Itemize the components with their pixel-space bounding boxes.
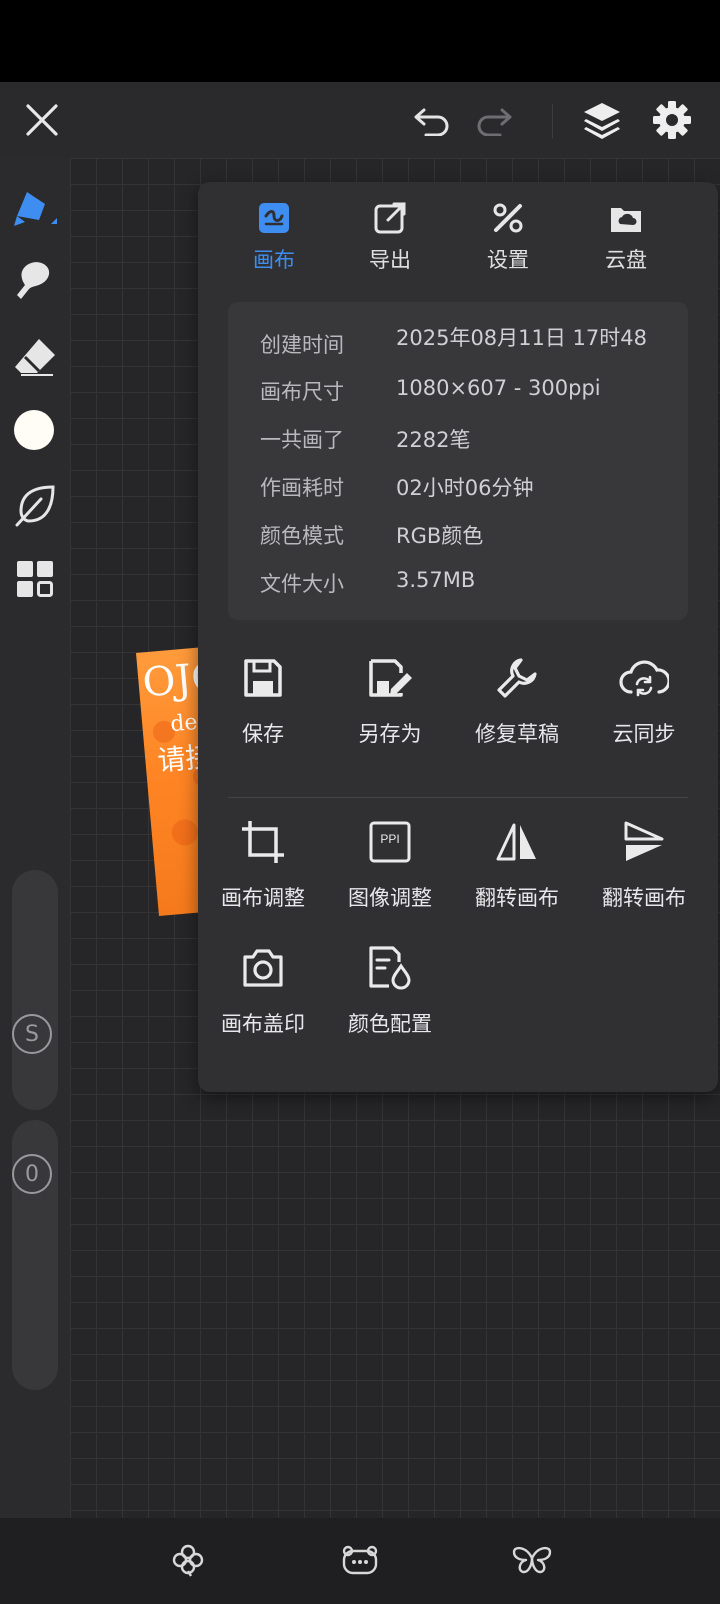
info-key: 作画耗时	[260, 476, 344, 500]
canvas-stamp-button[interactable]: 画布盖印	[198, 942, 328, 1038]
image-adjust-button[interactable]: PPI 图像调整	[325, 816, 455, 912]
save-as-label: 另存为	[358, 722, 422, 746]
canvas-stamp-label: 画布盖印	[221, 1012, 305, 1036]
top-toolbar	[0, 82, 720, 158]
info-key: 创建时间	[260, 333, 344, 357]
cloud-drive-icon	[611, 208, 641, 232]
flip-horizontal-icon	[496, 823, 536, 861]
save-icon	[244, 659, 282, 697]
save-label: 保存	[242, 722, 284, 746]
artwork-text-mid: de	[169, 709, 199, 738]
tools-icon	[493, 203, 523, 233]
cloud-sync-button[interactable]: 云同步	[579, 652, 709, 748]
tab-settings-label: 设置	[487, 248, 529, 272]
info-value: 3.57MB	[396, 568, 476, 592]
canvas-adjust-label: 画布调整	[221, 886, 305, 910]
repair-draft-button[interactable]: 修复草稿	[452, 652, 582, 748]
flip-vertical-label: 翻转画布	[602, 886, 686, 910]
tab-cloud-label: 云盘	[605, 248, 647, 272]
flip-horizontal-label: 翻转画布	[475, 886, 559, 910]
info-value: 2282笔	[396, 428, 471, 452]
tab-canvas[interactable]: 画布	[224, 202, 324, 274]
info-value: 2025年08月11日 17时48分	[396, 326, 648, 350]
ppi-badge: PPI	[380, 832, 400, 846]
pen-brush-icon[interactable]	[10, 186, 60, 232]
cloud-sync-label: 云同步	[612, 722, 676, 746]
size-indicator: S	[12, 1014, 52, 1054]
section-divider	[228, 797, 688, 798]
info-key: 颜色模式	[260, 524, 344, 548]
color-config-button[interactable]: 颜色配置	[325, 942, 455, 1038]
opacity-indicator: 0	[12, 1154, 52, 1194]
info-value: RGB颜色	[396, 524, 484, 548]
status-bar	[0, 0, 720, 82]
brush-size-slider[interactable]	[12, 870, 58, 1110]
repair-draft-label: 修复草稿	[475, 722, 559, 746]
tab-cloud-drive[interactable]: 云盘	[576, 202, 676, 274]
clover-icon[interactable]	[166, 1540, 210, 1580]
info-value: 1080×607 - 300ppi	[396, 376, 601, 400]
flip-vertical-button[interactable]: 翻转画布	[579, 816, 709, 912]
layers-icon[interactable]	[580, 98, 624, 142]
smudge-icon[interactable]	[10, 258, 60, 304]
grid-menu-icon[interactable]	[10, 556, 60, 602]
info-key: 文件大小	[260, 572, 344, 596]
image-adjust-label: 图像调整	[348, 886, 432, 910]
canvas-icon	[259, 203, 289, 233]
save-as-button[interactable]: 另存为	[325, 652, 455, 748]
leaf-icon[interactable]	[10, 482, 60, 528]
gear-icon[interactable]	[650, 98, 694, 142]
camera-icon	[243, 949, 283, 987]
canvas-adjust-button[interactable]: 画布调整	[198, 816, 328, 912]
undo-icon[interactable]	[410, 100, 454, 140]
save-as-icon	[369, 659, 412, 697]
tab-export[interactable]: 导出	[340, 202, 440, 274]
redo-icon[interactable]	[472, 100, 516, 140]
tab-export-label: 导出	[369, 248, 411, 272]
tab-canvas-label: 画布	[253, 248, 295, 272]
info-value: 02小时06分钟	[396, 476, 534, 500]
export-icon	[374, 202, 406, 234]
cloud-sync-icon	[619, 660, 669, 697]
info-key: 画布尺寸	[260, 380, 344, 404]
flip-horizontal-button[interactable]: 翻转画布	[452, 816, 582, 912]
crop-icon	[242, 821, 284, 863]
butterfly-icon[interactable]	[510, 1540, 554, 1580]
info-key: 一共画了	[260, 428, 344, 452]
color-config-label: 颜色配置	[348, 1012, 432, 1036]
wrench-icon	[497, 658, 537, 698]
save-button[interactable]: 保存	[198, 652, 328, 748]
canvas-settings-panel: 画布 导出 设置 云盘 创建时间 2025年08月11日 17时48分 画布尺寸…	[198, 182, 718, 1092]
eraser-icon[interactable]	[10, 334, 60, 380]
color-config-icon	[369, 946, 411, 990]
tab-settings[interactable]: 设置	[458, 202, 558, 274]
close-icon[interactable]	[20, 100, 64, 140]
tool-sidebar: S 0	[0, 158, 70, 1518]
toolbar-divider	[552, 104, 553, 138]
flip-vertical-icon	[624, 821, 664, 861]
canvas-info-card: 创建时间 2025年08月11日 17时48分 画布尺寸 1080×607 - …	[228, 302, 688, 620]
bottom-bar	[0, 1518, 720, 1604]
color-swatch[interactable]	[14, 410, 54, 450]
bear-icon[interactable]	[338, 1540, 382, 1580]
